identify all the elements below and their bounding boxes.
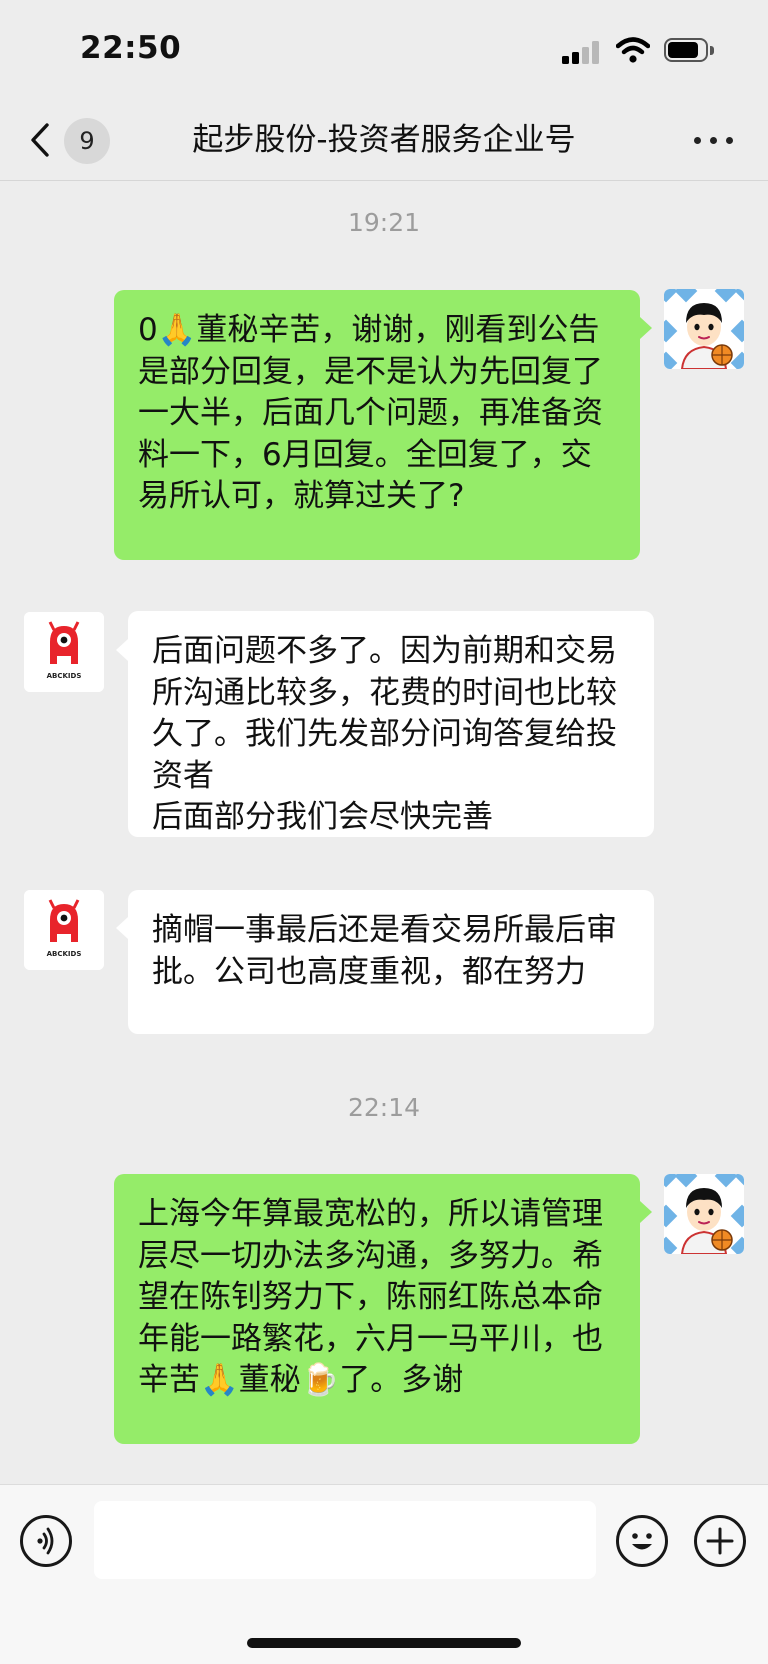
svg-text:ABCKIDS: ABCKIDS <box>47 672 82 680</box>
status-bar: 22:50 <box>0 0 768 100</box>
contact-avatar[interactable]: ABCKIDS <box>24 890 104 970</box>
emoji-icon <box>632 1533 652 1550</box>
wifi-icon <box>616 37 650 63</box>
battery-icon <box>664 38 716 64</box>
status-time: 22:50 <box>80 30 182 66</box>
incoming-message[interactable]: 后面问题不多了。因为前期和交易所沟通比较多，花费的时间也比较久了。我们先发部分问… <box>128 611 654 837</box>
abckids-logo-icon: ABCKIDS <box>24 612 104 692</box>
more-dots-icon <box>694 137 701 144</box>
chat-title: 起步股份-投资者服务企业号 <box>192 122 576 158</box>
time-divider: 19:21 <box>347 208 421 237</box>
abckids-logo-icon: ABCKIDS <box>24 890 104 970</box>
voice-icon <box>37 1527 54 1555</box>
chevron-left-icon <box>31 123 49 157</box>
incoming-message[interactable]: 摘帽一事最后还是看交易所最后审批。公司也高度重视，都在努力 <box>128 890 654 1034</box>
unread-count-badge: 9 <box>64 118 110 164</box>
plus-icon <box>706 1527 734 1555</box>
add-button[interactable] <box>694 1515 746 1567</box>
cellular-signal-icon <box>562 40 602 64</box>
svg-text:ABCKIDS: ABCKIDS <box>47 950 82 958</box>
home-indicator <box>247 1638 521 1648</box>
chat-header: 9 起步股份-投资者服务企业号 <box>0 100 768 181</box>
input-bar <box>0 1484 768 1664</box>
time-divider: 22:14 <box>347 1093 421 1122</box>
more-button[interactable] <box>686 120 742 160</box>
emoji-button[interactable] <box>616 1515 668 1567</box>
outgoing-message[interactable]: 上海今年算最宽松的，所以请管理层尽一切办法多沟通，多努力。希望在陈钊努力下，陈丽… <box>114 1174 640 1444</box>
back-button[interactable]: 9 <box>28 116 118 164</box>
my-avatar[interactable] <box>664 1174 744 1254</box>
my-avatar[interactable] <box>664 289 744 369</box>
voice-button[interactable] <box>20 1515 72 1567</box>
user-avatar-image <box>664 289 744 369</box>
user-avatar-image <box>664 1174 744 1254</box>
contact-avatar[interactable]: ABCKIDS <box>24 612 104 692</box>
outgoing-message[interactable]: 0🙏董秘辛苦，谢谢，刚看到公告是部分回复，是不是认为先回复了一大半，后面几个问题… <box>114 290 640 560</box>
message-input[interactable] <box>94 1501 596 1579</box>
message-list[interactable]: 19:21 0🙏董秘辛苦，谢谢，刚看到公告是部分回复，是不是认为先回复了一大半，… <box>0 181 768 1484</box>
